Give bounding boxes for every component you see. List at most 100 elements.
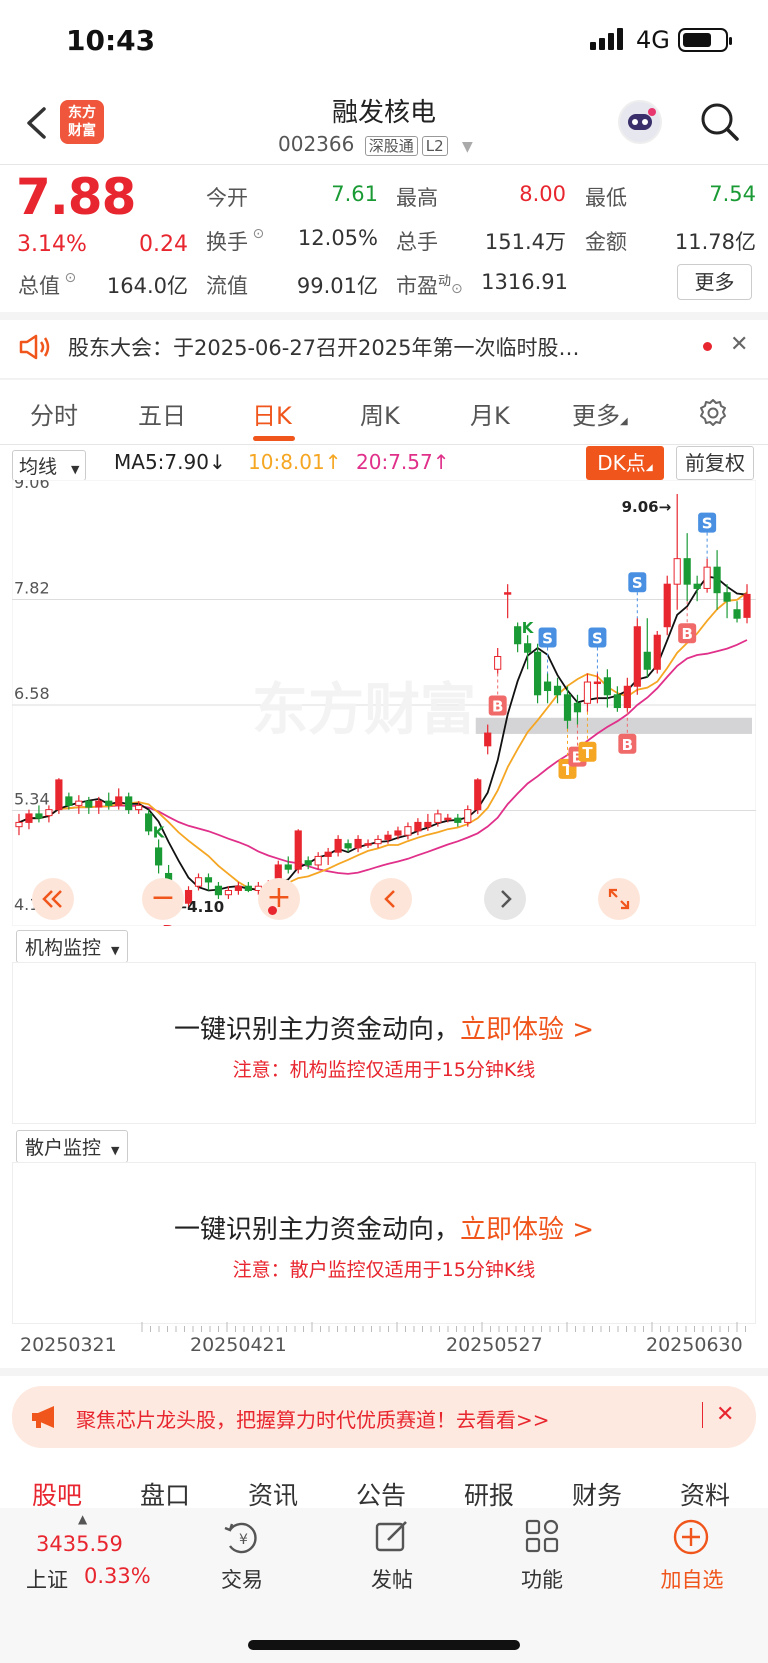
resistance-band bbox=[475, 717, 752, 734]
volume-value: 151.4万 bbox=[484, 230, 566, 254]
function-grid-icon[interactable] bbox=[524, 1518, 560, 1554]
ma10-value: 10:8.01↑ bbox=[248, 450, 342, 474]
candle-body bbox=[524, 643, 532, 653]
zoom-in-button[interactable]: + bbox=[258, 878, 300, 920]
candle-body bbox=[444, 817, 452, 821]
date-label: 20250630 bbox=[646, 1334, 743, 1356]
candle-body bbox=[533, 651, 542, 696]
status-bar: 10:43 4G bbox=[0, 0, 768, 84]
candle-body bbox=[743, 593, 751, 618]
dk-point-button[interactable]: DK点◢ bbox=[586, 446, 664, 480]
candle-body bbox=[214, 885, 223, 896]
search-icon[interactable] bbox=[700, 102, 740, 142]
candle-body bbox=[484, 732, 492, 747]
signal-t: T bbox=[582, 744, 593, 762]
zoom-out-button[interactable]: − bbox=[142, 878, 184, 920]
post-edit-icon[interactable] bbox=[374, 1518, 410, 1554]
kline-chart[interactable]: 9.067.826.585.344.10东方财富KDBKSTBTSBSBS9.0… bbox=[12, 480, 756, 926]
tag-connect: 深股通 bbox=[364, 136, 418, 156]
turnover-label[interactable]: 换手 ⊙ bbox=[206, 226, 264, 256]
institution-monitor-select[interactable]: 机构监控 ▼ bbox=[16, 930, 129, 963]
retail-monitor-panel[interactable]: 一键识别主力资金动向，立即体验 > 注意：散户监控仅适用于15分钟K线 bbox=[12, 1162, 756, 1324]
candle-body bbox=[284, 864, 292, 870]
function-label[interactable]: 功能 bbox=[492, 1564, 592, 1594]
candle-body bbox=[504, 592, 512, 595]
subtab-news[interactable]: 资讯 bbox=[248, 1476, 298, 1512]
candle-body bbox=[553, 685, 562, 696]
index-value[interactable]: 3435.59 bbox=[36, 1532, 123, 1556]
stock-code: 002366 bbox=[278, 132, 355, 156]
tab-more[interactable]: 更多◢ bbox=[572, 396, 628, 431]
float-label: 流值 bbox=[206, 274, 248, 298]
panel-note: 注意：机构监控仅适用于15分钟K线 bbox=[232, 1059, 536, 1081]
tab-five-day[interactable]: 五日 bbox=[138, 396, 186, 431]
subtab-finance[interactable]: 财务 bbox=[572, 1476, 622, 1512]
index-change[interactable]: 0.33% bbox=[84, 1564, 151, 1588]
next-button[interactable] bbox=[484, 878, 526, 920]
add-watchlist-label[interactable]: 加自选 bbox=[642, 1564, 742, 1594]
adjust-button[interactable]: 前复权 bbox=[676, 446, 754, 480]
caret-up-icon[interactable]: ▲ bbox=[78, 1512, 87, 1526]
subtab-research[interactable]: 研报 bbox=[464, 1476, 514, 1512]
tab-monthly-k[interactable]: 月K bbox=[470, 396, 510, 431]
signal-k: K bbox=[153, 823, 166, 841]
candle-body bbox=[374, 838, 382, 845]
subtab-announcements[interactable]: 公告 bbox=[356, 1476, 406, 1512]
more-quote-button[interactable]: 更多 bbox=[677, 264, 752, 300]
tab-intraday[interactable]: 分时 bbox=[30, 396, 78, 431]
trade-label[interactable]: 交易 bbox=[192, 1564, 292, 1594]
rewind-button[interactable] bbox=[32, 878, 74, 920]
retail-monitor-select[interactable]: 散户监控 ▼ bbox=[16, 1130, 129, 1163]
candle-body bbox=[573, 702, 582, 713]
trade-icon[interactable]: ¥ bbox=[222, 1520, 262, 1556]
close-icon[interactable]: ✕ bbox=[716, 1402, 734, 1427]
max-price-marker: 9.06→ bbox=[622, 498, 672, 516]
high-label: 最高 bbox=[396, 186, 438, 210]
ma-select[interactable]: 均线 ▼ bbox=[12, 450, 87, 481]
high-value: 8.00 bbox=[519, 182, 566, 206]
candle-body bbox=[454, 817, 462, 823]
candle-body bbox=[514, 626, 522, 645]
dropdown-caret-icon: ▼ bbox=[71, 463, 80, 476]
subtab-forum[interactable]: 股吧 bbox=[32, 1476, 82, 1512]
subtab-orderbook[interactable]: 盘口 bbox=[140, 1476, 190, 1512]
post-label[interactable]: 发帖 bbox=[342, 1564, 442, 1594]
stock-code-row[interactable]: 002366 深股通 L2 ▼ bbox=[278, 132, 473, 156]
try-now-link[interactable]: 立即体验 > bbox=[460, 1015, 594, 1045]
add-watchlist-icon[interactable] bbox=[672, 1518, 710, 1556]
candle-body bbox=[354, 838, 362, 849]
candle-body bbox=[204, 877, 213, 883]
ma20-value: 20:7.57↑ bbox=[356, 450, 450, 474]
info-icon: ⊙ bbox=[451, 281, 463, 297]
signal-icon bbox=[590, 28, 623, 50]
corner-caret-icon: ◢ bbox=[620, 416, 628, 427]
subtab-profile[interactable]: 资料 bbox=[680, 1476, 730, 1512]
promo-text[interactable]: 聚焦芯片龙头股，把握算力时代优质赛道！去看看>> bbox=[76, 1404, 550, 1433]
candle-body bbox=[45, 809, 53, 817]
pe-label[interactable]: 市盈动⊙ bbox=[396, 270, 463, 300]
date-label: 20250321 bbox=[20, 1334, 117, 1356]
tab-daily-k[interactable]: 日K bbox=[252, 396, 292, 431]
candle-body bbox=[713, 566, 721, 594]
prev-button[interactable] bbox=[370, 878, 412, 920]
candle-body bbox=[334, 838, 342, 853]
candle-body bbox=[613, 694, 621, 709]
settings-gear-icon[interactable] bbox=[698, 398, 728, 428]
try-now-link[interactable]: 立即体验 > bbox=[460, 1215, 594, 1245]
candle-body bbox=[25, 813, 33, 823]
candle-body bbox=[75, 800, 83, 806]
low-label: 最低 bbox=[585, 186, 627, 210]
candle-body bbox=[244, 885, 252, 891]
institution-monitor-panel[interactable]: 一键识别主力资金动向，立即体验 > 注意：机构监控仅适用于15分钟K线 bbox=[12, 962, 756, 1124]
candle-body bbox=[663, 583, 671, 628]
index-name[interactable]: 上证 bbox=[26, 1564, 68, 1594]
notice-text[interactable]: 股东大会：于2025-06-27召开2025年第一次临时股… bbox=[68, 332, 579, 362]
mktcap-label[interactable]: 总值 ⊙ bbox=[18, 270, 76, 300]
assistant-robot-icon[interactable] bbox=[618, 100, 662, 144]
open-value: 7.61 bbox=[331, 182, 378, 206]
tab-weekly-k[interactable]: 周K bbox=[360, 396, 400, 431]
close-icon[interactable]: ✕ bbox=[730, 332, 748, 357]
signal-s: S bbox=[542, 630, 553, 648]
candle-body bbox=[324, 851, 332, 857]
fullscreen-button[interactable] bbox=[598, 878, 640, 920]
